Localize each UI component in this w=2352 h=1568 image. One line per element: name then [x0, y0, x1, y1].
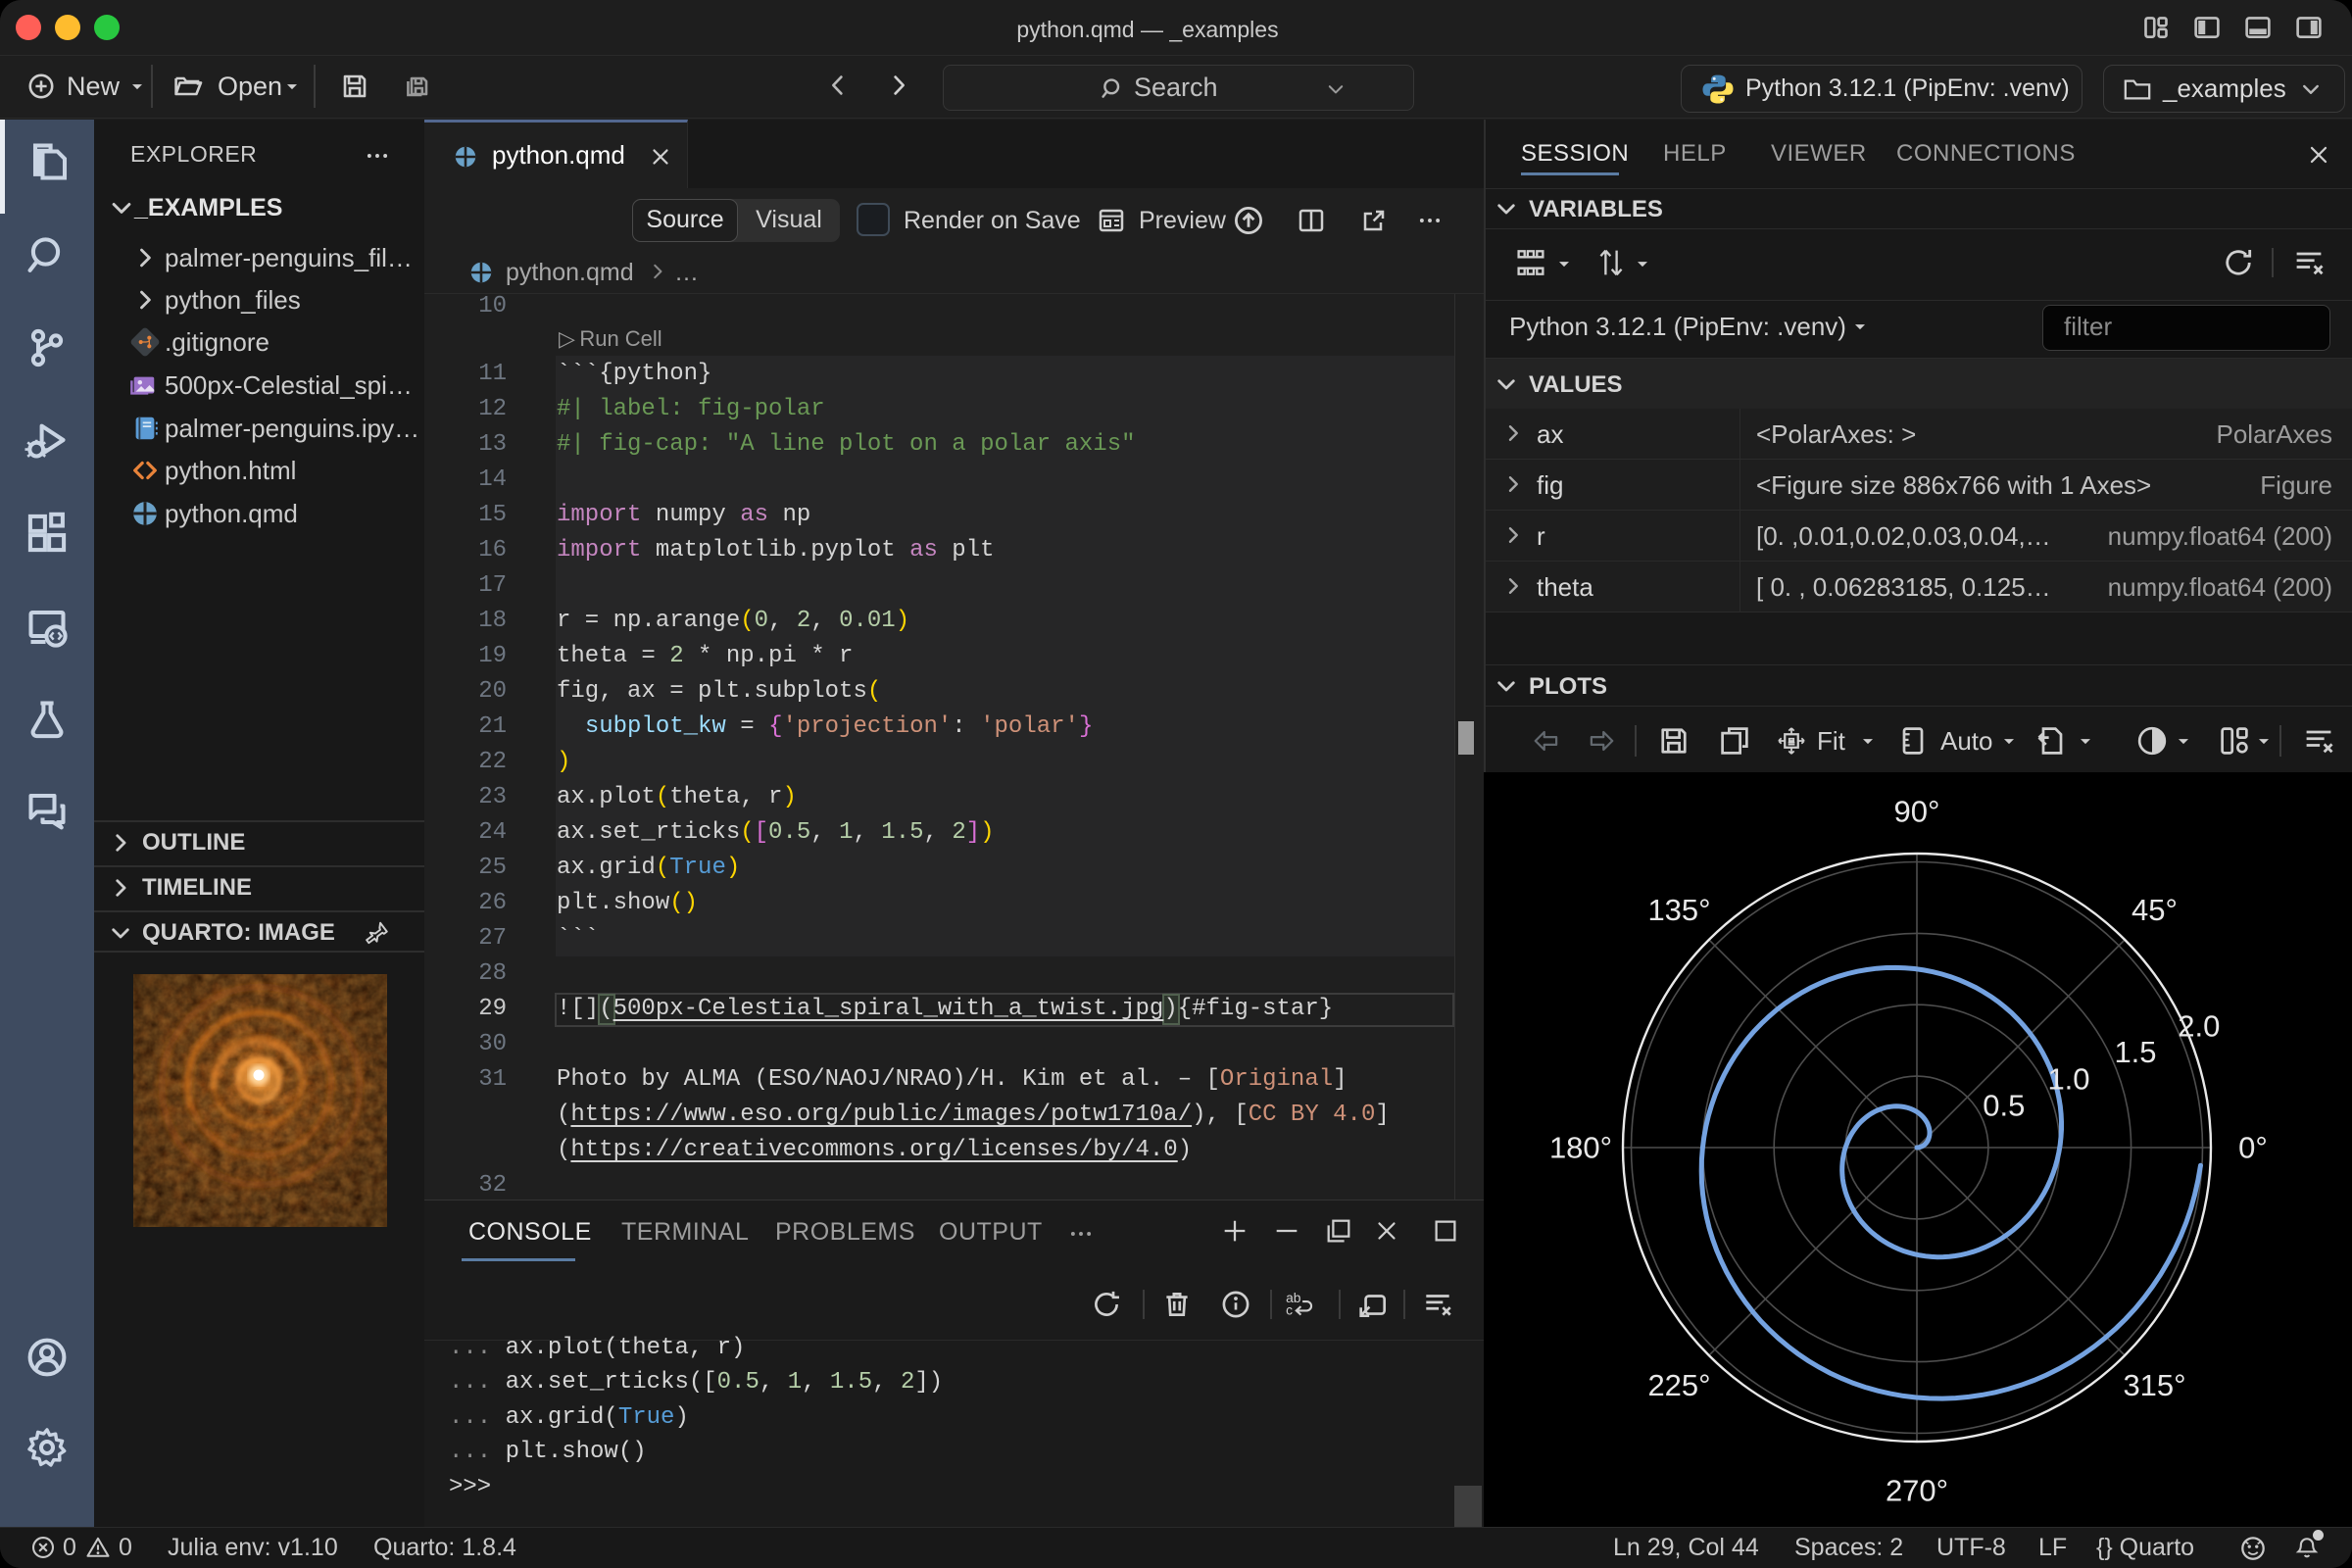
svg-text:135°: 135°	[1647, 893, 1710, 927]
svg-text:0°: 0°	[2238, 1131, 2268, 1165]
svg-text:1.0: 1.0	[2047, 1062, 2089, 1097]
svg-text:315°: 315°	[2123, 1368, 2185, 1402]
svg-text:90°: 90°	[1894, 795, 1940, 829]
svg-text:0.5: 0.5	[1983, 1089, 2025, 1123]
svg-text:180°: 180°	[1549, 1131, 1612, 1165]
svg-text:270°: 270°	[1886, 1474, 1948, 1508]
svg-text:45°: 45°	[2132, 893, 2178, 927]
svg-text:c: c	[1286, 1302, 1293, 1318]
svg-text:225°: 225°	[1647, 1368, 1710, 1402]
svg-text:2.0: 2.0	[2178, 1009, 2220, 1044]
svg-text:1.5: 1.5	[2114, 1035, 2156, 1069]
